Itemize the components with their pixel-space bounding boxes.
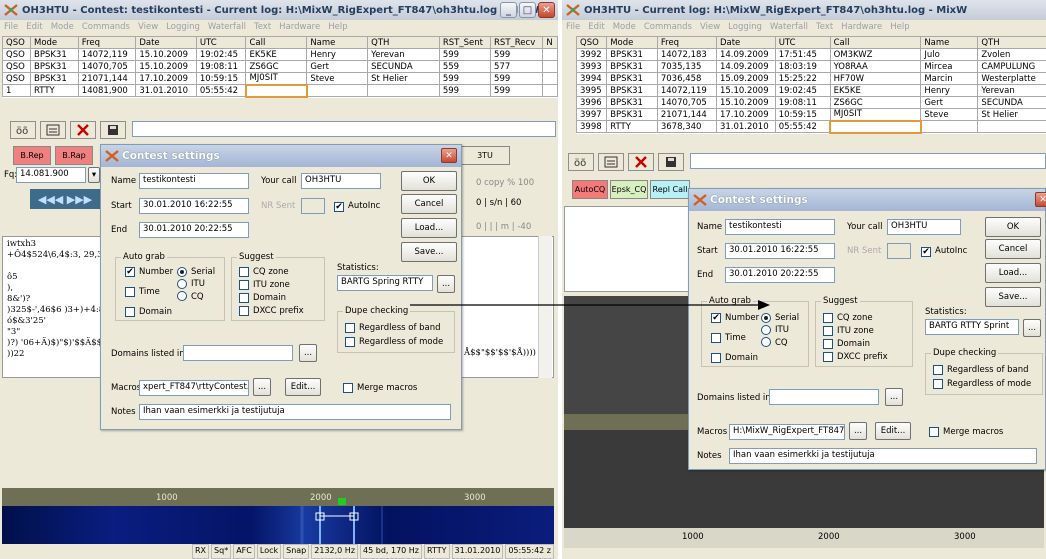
screenshot: OH3HTU - Contest: testikontesti - Curren… xyxy=(0,0,1046,559)
comparison-arrow xyxy=(410,300,770,310)
